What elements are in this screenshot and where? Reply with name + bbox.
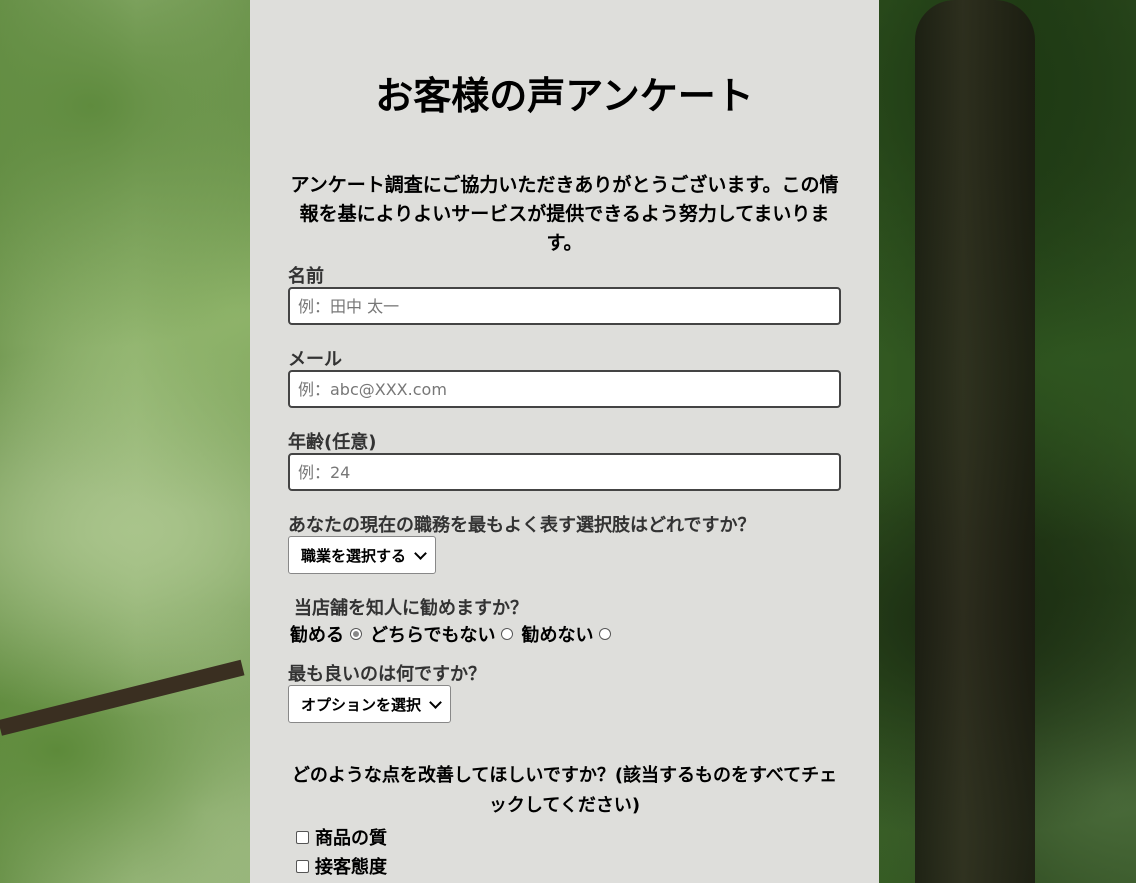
checkbox-service[interactable] — [296, 859, 309, 873]
recommend-options: 勧める どちらでもない 勧めない — [290, 621, 619, 647]
tree-trunk — [915, 0, 1035, 883]
name-input[interactable] — [288, 287, 841, 325]
radio-label-recommend: 勧める — [290, 625, 344, 646]
checkbox-quality[interactable] — [296, 830, 309, 844]
radio-label-neutral: どちらでもない — [370, 625, 496, 646]
radio-label-not-recommend: 勧めない — [521, 625, 594, 646]
age-input[interactable] — [288, 453, 841, 491]
recommend-question: 当店舗を知人に勧めますか？ — [294, 598, 528, 619]
chevron-down-icon — [414, 546, 427, 560]
page-title: お客様の声アンケート — [375, 74, 754, 118]
job-question: あなたの現在の職務を最もよく表す選択肢はどれですか？ — [288, 515, 756, 536]
job-select[interactable]: 職業を選択する — [288, 536, 437, 574]
checkbox-item-service[interactable]: 接客態度 — [296, 853, 387, 879]
radio-recommend[interactable] — [350, 628, 362, 640]
best-select[interactable]: オプションを選択 — [288, 685, 452, 723]
job-select-value: 職業を選択する — [301, 546, 407, 565]
intro-text: アンケート調査にご協力いただきありがとうございます。この情報を基によりよいサービ… — [290, 174, 839, 254]
radio-not-recommend[interactable] — [599, 628, 612, 640]
name-label: 名前 — [288, 266, 324, 287]
checkbox-item-quality[interactable]: 商品の質 — [296, 824, 387, 850]
chevron-down-icon — [429, 695, 442, 709]
improve-question: どのような点を改善してほしいですか？(該当するものをすべてチェックしてください) — [291, 765, 838, 816]
checkbox-label-service: 接客態度 — [315, 857, 387, 878]
best-question: 最も良いのは何ですか？ — [288, 664, 486, 685]
best-select-value: オプションを選択 — [301, 695, 422, 714]
email-label: メール — [288, 349, 342, 370]
age-label: 年齢(任意) — [288, 432, 377, 453]
checkbox-label-quality: 商品の質 — [315, 828, 387, 849]
survey-form: お客様の声アンケート アンケート調査にご協力いただきありがとうございます。この情… — [250, 0, 879, 883]
radio-neutral[interactable] — [501, 628, 514, 640]
email-input[interactable] — [288, 370, 841, 408]
